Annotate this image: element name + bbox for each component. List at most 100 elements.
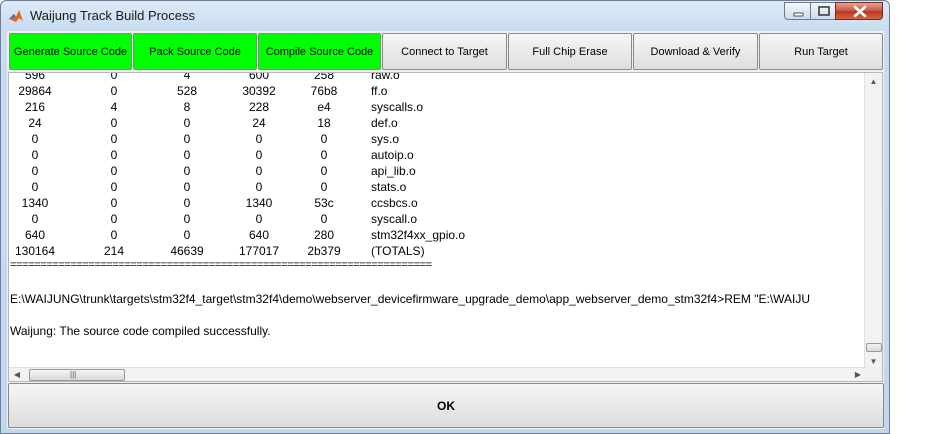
log-cell-dec-total: 1340 [245,196,273,210]
log-cell-hex-total: 0 [320,148,328,162]
log-cell-object-file: (TOTALS) [371,244,425,258]
maximize-icon [818,6,830,16]
log-cell-data-size: 0 [110,228,118,242]
build-log-text: ========================================… [9,73,866,370]
scroll-left-arrow-icon[interactable]: ◀ [9,368,25,381]
log-table-row: 0 0 0 0 0 stats.o [9,180,569,196]
title-bar[interactable]: Waijung Track Build Process [1,1,889,31]
log-cell-data-size: 0 [110,132,118,146]
log-table-row: 130164 214 46639 177017 2b379 (TOTALS) [9,244,569,260]
log-table-row: 216 4 8 228 e4 syscalls.o [9,100,569,116]
log-cell-bss-size: 0 [183,148,191,162]
log-separator: ========================================… [10,259,432,271]
log-cell-object-file: syscalls.o [371,100,424,114]
matlab-icon [9,10,23,22]
full-chip-erase-button[interactable]: Full Chip Erase [508,33,632,70]
scroll-right-arrow-icon[interactable]: ▶ [850,368,866,381]
log-cell-bss-size: 528 [176,84,198,98]
log-cell-object-file: autoip.o [371,148,414,162]
log-cell-text-size: 0 [31,212,39,226]
log-table-row: 0 0 0 0 0 autoip.o [9,148,569,164]
minimize-button[interactable] [784,2,811,20]
log-cell-bss-size: 46639 [170,244,204,258]
horizontal-scroll-thumb[interactable]: ||| [29,369,125,381]
log-cell-bss-size: 0 [183,212,191,226]
run-target-button[interactable]: Run Target [759,33,883,70]
log-cell-text-size: 640 [24,228,46,242]
pack-source-code-button[interactable]: Pack Source Code [133,33,257,70]
close-button[interactable] [835,2,883,20]
log-cell-bss-size: 0 [183,116,191,130]
log-cell-object-file: ff.o [371,84,388,98]
log-table-row: 24 0 0 24 18 def.o [9,116,569,132]
generate-source-code-button[interactable]: Generate Source Code [9,33,132,70]
log-cell-data-size: 0 [110,180,118,194]
log-cell-bss-size: 0 [183,196,191,210]
log-cell-text-size: 24 [28,116,42,130]
close-icon [853,5,867,18]
log-cell-text-size: 0 [31,164,39,178]
log-cell-text-size: 0 [31,132,39,146]
log-cell-object-file: sys.o [371,132,400,146]
log-table-row: 29864 0 528 30392 76b8 ff.o [9,84,569,100]
log-cell-data-size: 0 [110,212,118,226]
log-cell-object-file: raw.o [371,73,400,82]
log-cell-text-size: 0 [31,180,39,194]
log-cell-dec-total: 0 [255,212,263,226]
log-table-row: 0 0 0 0 0 sys.o [9,132,569,148]
log-cell-bss-size: 8 [183,100,191,114]
log-cell-bss-size: 4 [183,73,191,82]
log-cell-hex-total: 0 [320,132,328,146]
log-path-line: E:\WAIJUNG\trunk\targets\stm32f4_target\… [10,292,811,306]
log-cell-object-file: syscall.o [371,212,418,226]
scroll-up-arrow-icon[interactable]: ▲ [865,73,882,90]
log-cell-bss-size: 0 [183,164,191,178]
log-cell-dec-total: 0 [255,164,263,178]
log-cell-bss-size: 0 [183,180,191,194]
log-cell-bss-size: 0 [183,132,191,146]
log-table-row: 640 0 0 640 280 stm32f4xx_gpio.o [9,228,569,244]
log-status-message: Waijung: The source code compiled succes… [10,324,271,338]
log-cell-object-file: stm32f4xx_gpio.o [371,228,466,242]
log-cell-object-file: api_lib.o [371,164,416,178]
grip-icon: ||| [70,370,77,379]
ok-button[interactable]: OK [8,383,884,428]
log-cell-hex-total: 280 [313,228,335,242]
log-table-row: 1340 0 0 1340 53c ccsbcs.o [9,196,569,212]
log-cell-hex-total: 18 [317,116,331,130]
log-cell-dec-total: 0 [255,148,263,162]
log-cell-hex-total: 0 [320,212,328,226]
compile-source-code-button[interactable]: Compile Source Code [258,33,381,70]
log-cell-dec-total: 24 [252,116,266,130]
build-process-window: Waijung Track Build Process Generate Sou… [0,0,890,434]
log-cell-object-file: stats.o [371,180,407,194]
log-cell-text-size: 596 [24,73,46,82]
connect-to-target-button[interactable]: Connect to Target [382,33,507,70]
log-cell-bss-size: 0 [183,228,191,242]
log-cell-text-size: 216 [24,100,46,114]
download-verify-button[interactable]: Download & Verify [633,33,758,70]
vertical-scroll-thumb[interactable] [866,343,882,352]
build-log[interactable]: ========================================… [8,72,883,382]
log-cell-hex-total: 2b379 [307,244,341,258]
log-cell-hex-total: 258 [313,73,335,82]
log-cell-hex-total: 76b8 [310,84,338,98]
log-table-row: 596 0 4 600 258 raw.o [9,73,569,84]
log-cell-text-size: 1340 [21,196,49,210]
log-cell-data-size: 0 [110,148,118,162]
log-cell-object-file: ccsbcs.o [371,196,418,210]
log-cell-hex-total: 53c [314,196,334,210]
log-cell-dec-total: 640 [248,228,270,242]
log-cell-hex-total: 0 [320,164,328,178]
log-cell-data-size: 0 [110,164,118,178]
vertical-scrollbar[interactable]: ▲ ▼ [864,73,882,370]
log-cell-dec-total: 0 [255,132,263,146]
log-cell-data-size: 0 [110,84,118,98]
maximize-button[interactable] [810,2,836,20]
scrollbar-corner [865,368,882,381]
log-cell-hex-total: e4 [317,100,331,114]
horizontal-scrollbar[interactable]: ◀ ||| ▶ [9,367,866,381]
log-cell-dec-total: 0 [255,180,263,194]
log-cell-data-size: 4 [110,100,118,114]
log-table-row: 0 0 0 0 0 syscall.o [9,212,569,228]
